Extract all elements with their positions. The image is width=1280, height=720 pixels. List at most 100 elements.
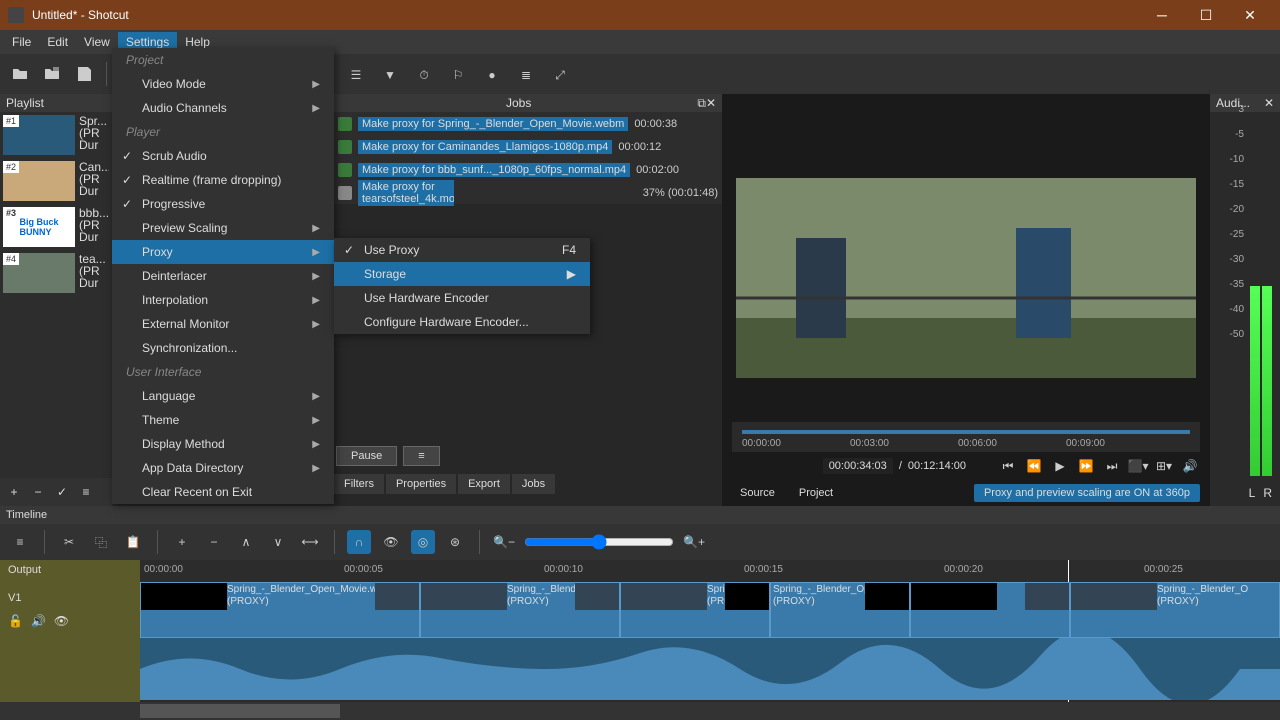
tl-menu-icon[interactable]: ≡ xyxy=(8,530,32,554)
jobs-menu-button[interactable]: ≡ xyxy=(403,446,439,466)
settings-app-data[interactable]: App Data Directory▶ xyxy=(112,456,334,480)
tl-zoom-in-icon[interactable]: 🔍+ xyxy=(682,530,706,554)
tb-timer-icon[interactable]: ⏱ xyxy=(410,61,438,89)
tab-filters[interactable]: Filters xyxy=(334,474,384,494)
playlist-menu-icon[interactable]: ≡ xyxy=(76,482,96,502)
track-hide-icon[interactable]: 👁 xyxy=(54,614,69,628)
grid-icon[interactable]: ⊞▾ xyxy=(1154,456,1174,476)
playlist-remove-icon[interactable]: − xyxy=(28,482,48,502)
track-lock-icon[interactable]: 🔓 xyxy=(8,614,23,628)
tl-snap-icon[interactable]: ∩ xyxy=(347,530,371,554)
video-area[interactable] xyxy=(722,94,1210,422)
zoom-icon[interactable]: ⬛▾ xyxy=(1128,456,1148,476)
proxy-use-hw[interactable]: Use Hardware Encoder xyxy=(334,286,590,310)
tab-source[interactable]: Source xyxy=(732,484,783,502)
settings-progressive[interactable]: ✓Progressive xyxy=(112,192,334,216)
job-row[interactable]: Make proxy for Spring_-_Blender_Open_Mov… xyxy=(334,112,722,135)
maximize-button[interactable]: ☐ xyxy=(1184,1,1228,29)
playlist-item[interactable]: #1Spr...(PRDur xyxy=(0,112,112,158)
job-row[interactable]: Make proxy for tearsofsteel_4k.mov37% (0… xyxy=(334,181,722,204)
skip-start-icon[interactable]: ⏮ xyxy=(998,456,1018,476)
volume-icon[interactable]: 🔊 xyxy=(1180,456,1200,476)
minimize-button[interactable]: ─ xyxy=(1140,1,1184,29)
tl-lift-icon[interactable]: ∧ xyxy=(234,530,258,554)
proxy-storage[interactable]: Storage▶ xyxy=(334,262,590,286)
tab-properties[interactable]: Properties xyxy=(386,474,456,494)
tb-record-icon[interactable]: ● xyxy=(478,61,506,89)
timeline-clip[interactable]: Spring_-_Blender_Ope(PROXY) xyxy=(420,582,620,638)
tl-ripple-all-icon[interactable]: ⊛ xyxy=(443,530,467,554)
timeline-clip[interactable]: Spring_-_Blender_Open_Movie.webm(PROXY) xyxy=(140,582,420,638)
job-row[interactable]: Make proxy for Caminandes_Llamigos-1080p… xyxy=(334,135,722,158)
settings-scrub-audio[interactable]: ✓Scrub Audio xyxy=(112,144,334,168)
timeline-ruler[interactable]: 00:00:00 00:00:05 00:00:10 00:00:15 00:0… xyxy=(140,560,1280,582)
settings-clear-recent[interactable]: Clear Recent on Exit xyxy=(112,480,334,504)
save-icon[interactable] xyxy=(70,60,98,88)
tb-marker-icon[interactable]: ⚐ xyxy=(444,61,472,89)
playlist-add-icon[interactable]: + xyxy=(4,482,24,502)
jobs-popout-icon[interactable]: ⧉ xyxy=(697,96,706,111)
skip-end-icon[interactable]: ⏭ xyxy=(1102,456,1122,476)
timeline-tracks[interactable]: 00:00:00 00:00:05 00:00:10 00:00:15 00:0… xyxy=(140,560,1280,702)
preview-ruler[interactable]: 00:00:00 00:03:00 00:06:00 00:09:00 xyxy=(732,422,1200,452)
playlist-item[interactable]: #2Can...(PRDur xyxy=(0,158,112,204)
track-mute-icon[interactable]: 🔊 xyxy=(31,614,46,628)
tb-expand-icon[interactable]: ⤢ xyxy=(546,61,574,89)
menu-file[interactable]: File xyxy=(4,32,39,52)
settings-proxy[interactable]: Proxy▶ xyxy=(112,240,334,264)
settings-audio-channels[interactable]: Audio Channels▶ xyxy=(112,96,334,120)
play-icon[interactable]: ▶ xyxy=(1050,456,1070,476)
playlist-item[interactable]: #4tea...(PRDur xyxy=(0,250,112,296)
settings-synchronization[interactable]: Synchronization... xyxy=(112,336,334,360)
proxy-notice[interactable]: Proxy and preview scaling are ON at 360p xyxy=(974,484,1200,502)
settings-display-method[interactable]: Display Method▶ xyxy=(112,432,334,456)
jobs-close-icon[interactable]: ✕ xyxy=(706,96,716,110)
playlist-item[interactable]: Big BuckBUNNY#3bbb...(PRDur xyxy=(0,204,112,250)
tl-zoom-slider[interactable] xyxy=(524,534,674,550)
timeline-scrollbar[interactable] xyxy=(0,702,1280,720)
tb-filter-icon[interactable]: ▼ xyxy=(376,61,404,89)
playlist-check-icon[interactable]: ✓ xyxy=(52,482,72,502)
tl-overwrite-icon[interactable]: ∨ xyxy=(266,530,290,554)
timeline-clip[interactable] xyxy=(910,582,1070,638)
proxy-config-hw[interactable]: Configure Hardware Encoder... xyxy=(334,310,590,334)
tl-remove-icon[interactable]: − xyxy=(202,530,226,554)
proxy-use[interactable]: ✓Use ProxyF4 xyxy=(334,238,590,262)
close-button[interactable]: ✕ xyxy=(1228,1,1272,29)
tl-cut-icon[interactable]: ✂ xyxy=(57,530,81,554)
open-other-icon[interactable] xyxy=(38,60,66,88)
pause-button[interactable]: Pause xyxy=(336,446,397,466)
settings-interpolation[interactable]: Interpolation▶ xyxy=(112,288,334,312)
timeline-clip[interactable]: Spring_-_Bl(PROXY) xyxy=(620,582,770,638)
tb-stack-icon[interactable]: ≣ xyxy=(512,61,540,89)
timecode-current[interactable]: 00:00:34:03 xyxy=(823,458,893,474)
tab-project[interactable]: Project xyxy=(791,484,841,502)
tl-split-icon[interactable]: ⟷ xyxy=(298,530,322,554)
output-label[interactable]: Output xyxy=(0,560,140,580)
settings-video-mode[interactable]: Video Mode▶ xyxy=(112,72,334,96)
tab-export[interactable]: Export xyxy=(458,474,510,494)
settings-external-monitor[interactable]: External Monitor▶ xyxy=(112,312,334,336)
job-row[interactable]: Make proxy for bbb_sunf..._1080p_60fps_n… xyxy=(334,158,722,181)
track-label[interactable]: V1 xyxy=(0,588,140,608)
tb-list-icon[interactable]: ☰ xyxy=(342,61,370,89)
timeline-clip[interactable]: Spring_-_Blender_Open_Movie.(PROXY) xyxy=(770,582,910,638)
tl-append-icon[interactable]: + xyxy=(170,530,194,554)
open-icon[interactable] xyxy=(6,60,34,88)
rewind-icon[interactable]: ⏪ xyxy=(1024,456,1044,476)
tl-ripple-icon[interactable]: ◎ xyxy=(411,530,435,554)
audio-close-icon[interactable]: ✕ xyxy=(1264,96,1274,110)
settings-theme[interactable]: Theme▶ xyxy=(112,408,334,432)
settings-preview-scaling[interactable]: Preview Scaling▶ xyxy=(112,216,334,240)
forward-icon[interactable]: ⏩ xyxy=(1076,456,1096,476)
settings-language[interactable]: Language▶ xyxy=(112,384,334,408)
tl-paste-icon[interactable]: 📋 xyxy=(121,530,145,554)
timeline-clip[interactable]: Spring_-_Blender_O(PROXY) xyxy=(1070,582,1280,638)
tl-copy-icon[interactable]: ⿻ xyxy=(89,530,113,554)
tl-zoom-out-icon[interactable]: 🔍− xyxy=(492,530,516,554)
settings-deinterlacer[interactable]: Deinterlacer▶ xyxy=(112,264,334,288)
tl-scrub-icon[interactable]: 👁 xyxy=(379,530,403,554)
menu-edit[interactable]: Edit xyxy=(39,32,76,52)
settings-realtime[interactable]: ✓Realtime (frame dropping) xyxy=(112,168,334,192)
tab-jobs[interactable]: Jobs xyxy=(512,474,555,494)
